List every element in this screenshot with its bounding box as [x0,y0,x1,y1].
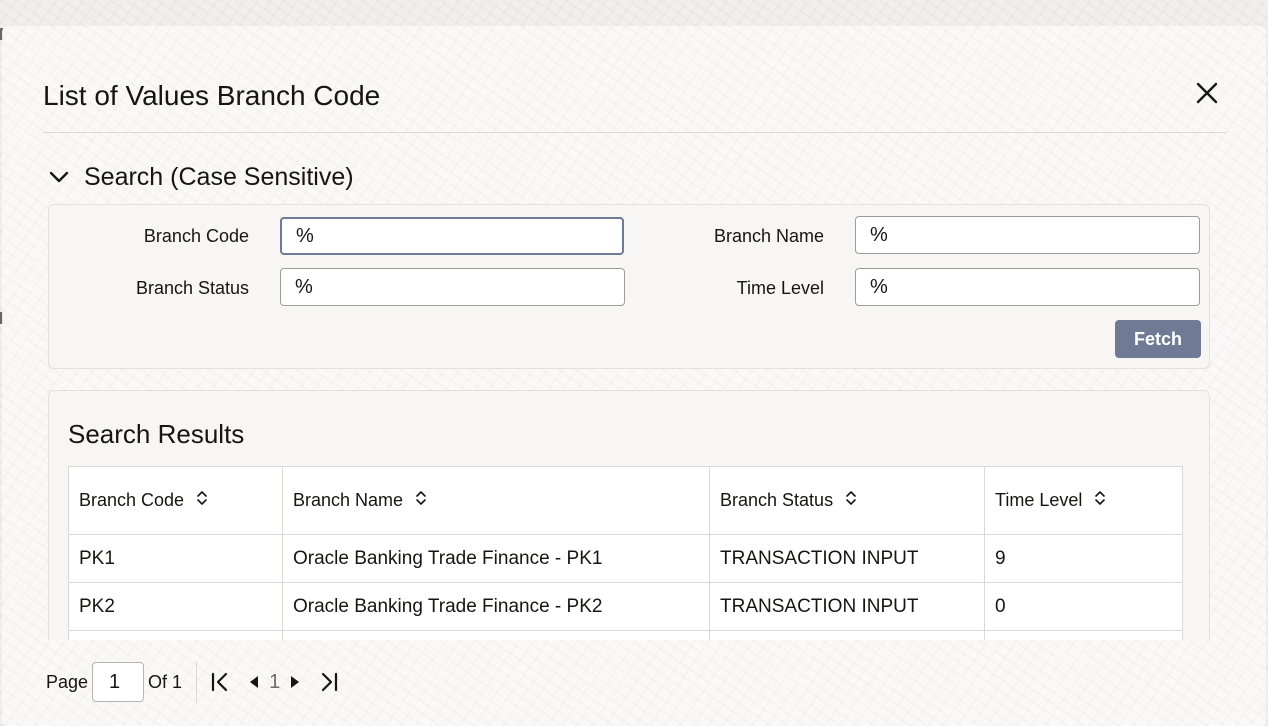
sort-icon[interactable] [196,489,208,512]
time-level-label: Time Level [736,278,824,298]
branch-code-input[interactable] [280,217,624,255]
column-label: Branch Code [79,490,185,510]
branch-code-label: Branch Code [143,226,249,246]
cell-time-level: 9 [984,534,1183,583]
results-table: Branch Code Branch Name Branch Status Ti… [68,466,1183,640]
cell-branch-code: PK1 [68,534,283,583]
search-results-panel: Search Results Branch Code Branch Name B… [48,390,1210,640]
pagination-bar: Page Of 1 1 [46,662,340,702]
cell-empty [68,630,283,640]
cell-empty [709,630,985,640]
page-label: Page [46,671,89,692]
sort-icon[interactable] [415,489,427,512]
previous-page-icon[interactable] [247,673,261,691]
column-label: Branch Name [293,490,404,510]
search-section-toggle[interactable]: Search (Case Sensitive) [48,162,354,192]
first-page-icon[interactable] [209,671,231,693]
cell-branch-status: TRANSACTION INPUT [709,582,985,631]
table-row[interactable]: PK1 Oracle Banking Trade Finance - PK1 T… [68,534,1183,583]
page-number-input[interactable] [92,662,145,702]
cell-empty [984,630,1183,640]
column-label: Time Level [995,490,1083,510]
column-header-time-level[interactable]: Time Level [984,466,1183,535]
cell-branch-name: Oracle Banking Trade Finance - PK1 [282,534,710,583]
page-of-label: Of 1 [148,671,183,692]
branch-status-label: Branch Status [135,278,249,298]
title-divider [43,132,1227,133]
sort-icon[interactable] [1094,489,1106,512]
branch-name-label: Branch Name [713,226,824,246]
chevron-down-icon [49,171,69,183]
table-row[interactable] [68,630,1183,640]
lov-dialog: List of Values Branch Code Search (Case … [2,26,1266,726]
column-header-branch-name[interactable]: Branch Name [282,466,710,535]
close-icon[interactable] [1194,80,1220,106]
time-level-input[interactable] [855,268,1200,306]
table-header-row: Branch Code Branch Name Branch Status Ti… [68,466,1183,535]
column-header-branch-status[interactable]: Branch Status [709,466,985,535]
cell-empty [282,630,710,640]
page-number[interactable]: 1 [269,671,280,694]
cell-time-level: 0 [984,582,1183,631]
table-row[interactable]: PK2 Oracle Banking Trade Finance - PK2 T… [68,582,1183,631]
sort-icon[interactable] [845,489,857,512]
dialog-title: List of Values Branch Code [43,80,381,111]
column-label: Branch Status [720,490,834,510]
column-header-branch-code[interactable]: Branch Code [68,466,283,535]
search-results-title: Search Results [68,419,245,449]
next-page-icon[interactable] [288,673,302,691]
fetch-button[interactable]: Fetch [1115,320,1201,358]
cell-branch-status: TRANSACTION INPUT [709,534,985,583]
cell-branch-code: PK2 [68,582,283,631]
branch-status-input[interactable] [280,268,625,306]
pager-divider [196,662,198,702]
branch-name-input[interactable] [855,216,1200,254]
search-panel: Branch Code Branch Name Branch Status Ti… [48,204,1210,369]
search-section-label: Search (Case Sensitive) [84,162,354,191]
last-page-icon[interactable] [318,671,340,693]
cell-branch-name: Oracle Banking Trade Finance - PK2 [282,582,710,631]
